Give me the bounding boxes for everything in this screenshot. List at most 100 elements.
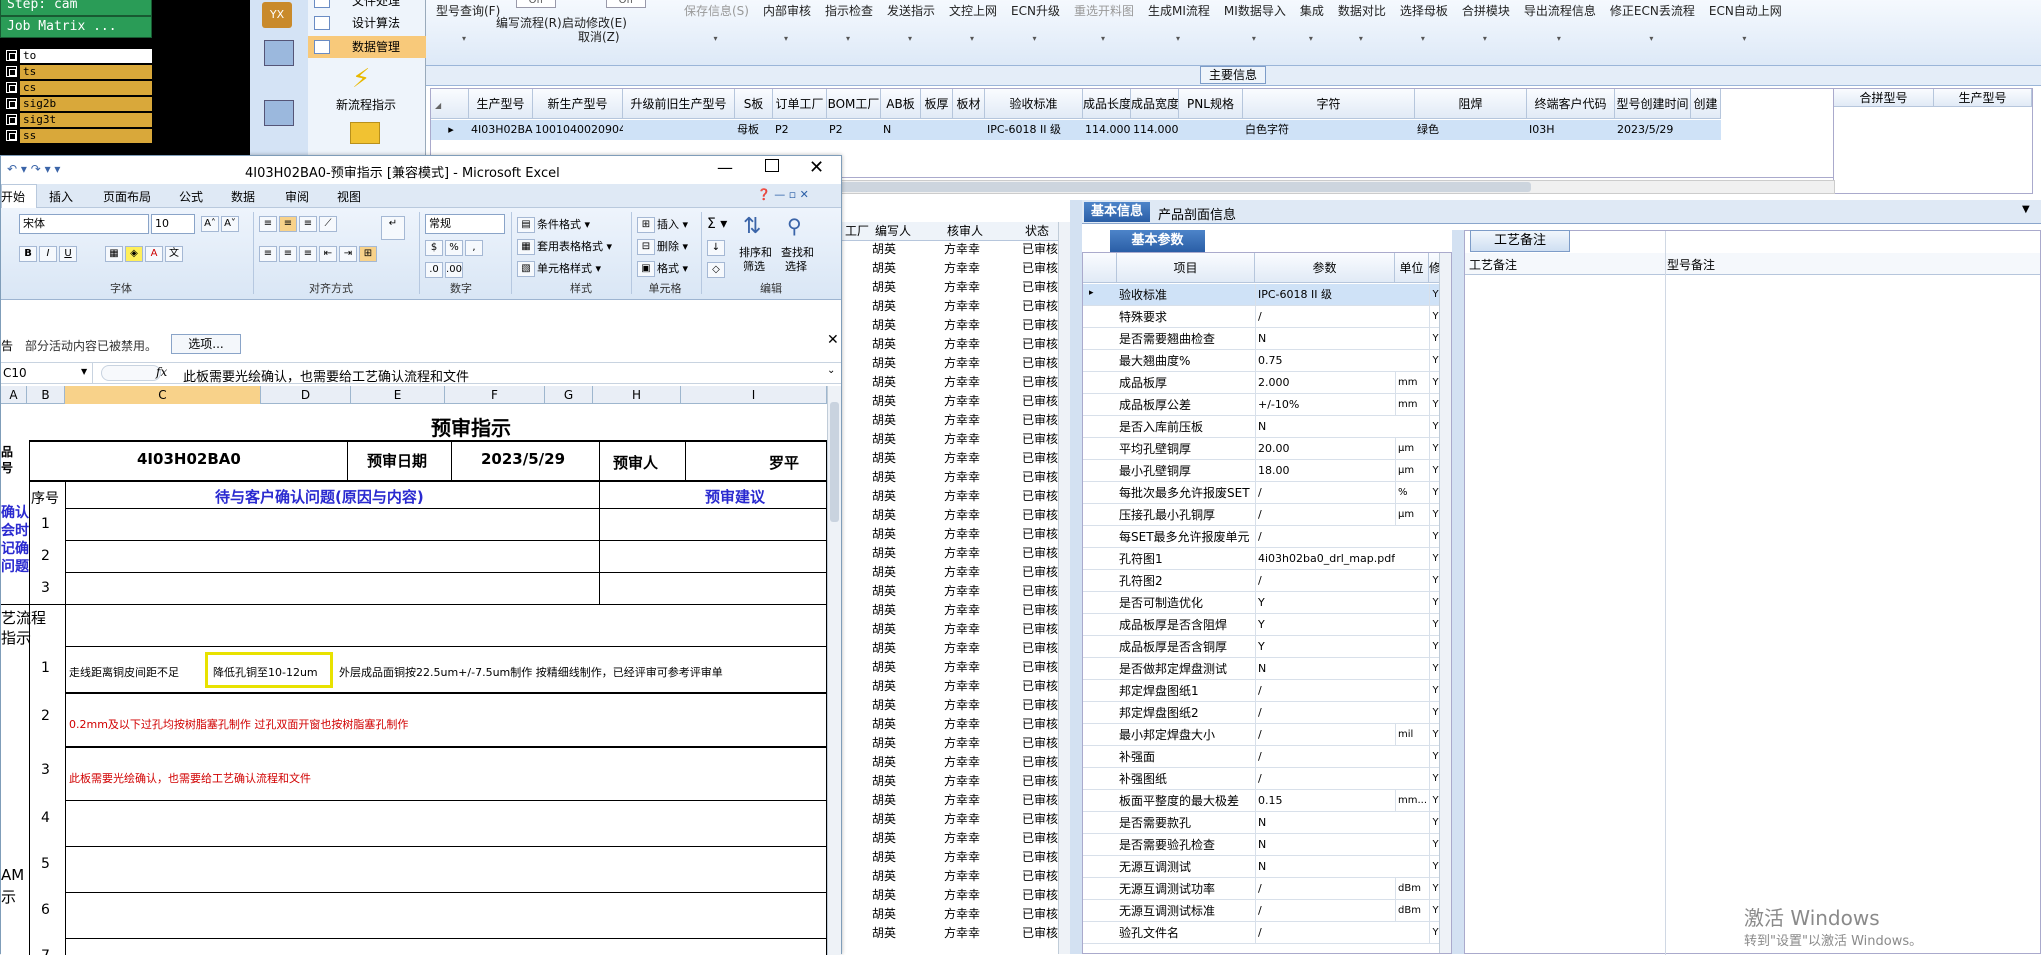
column-header[interactable]: 板材: [953, 89, 985, 119]
maximize-icon[interactable]: [765, 159, 779, 172]
toolbar-button[interactable]: 集成: [1300, 2, 1324, 19]
column-header[interactable]: D: [261, 386, 351, 404]
decimal-icon[interactable]: .0.00: [425, 262, 465, 278]
param-value[interactable]: /: [1255, 900, 1395, 922]
chevron-down-icon[interactable]: ▾: [713, 34, 717, 43]
column-header[interactable]: 生产型号: [469, 89, 533, 119]
font-grow-icon[interactable]: A˄ A˅: [201, 216, 241, 232]
fill-icon[interactable]: ↓: [707, 240, 727, 256]
param-row[interactable]: 无源互调测试标准 / dBm Y: [1083, 900, 1439, 922]
chevron-down-icon[interactable]: ▾: [1421, 34, 1425, 43]
grid-cell[interactable]: P2: [773, 120, 827, 140]
bold-button[interactable]: BIU: [19, 246, 79, 262]
param-row[interactable]: 验孔文件名 / Y: [1083, 922, 1439, 944]
param-value[interactable]: /: [1255, 878, 1395, 900]
column-header[interactable]: 参数: [1255, 253, 1395, 283]
format-cells-button[interactable]: ▣ 格式 ▾: [637, 260, 688, 277]
layer-item[interactable]: ss: [6, 128, 152, 143]
nav-item-design[interactable]: 设计算法: [308, 12, 426, 34]
delete-cells-button[interactable]: ⊟ 删除 ▾: [637, 238, 688, 255]
binoculars-icon[interactable]: ⚲: [787, 214, 802, 238]
toolbar-button[interactable]: 发送指示: [887, 2, 935, 19]
currency-icon[interactable]: $%,: [425, 240, 485, 256]
param-row[interactable]: 压接孔最小孔铜厚 / μm Y: [1083, 504, 1439, 526]
worksheet[interactable]: 预审指示品 号 4I03H02BA0 预审日期 2023/5/29 预审人 罗平 序号 待与客…: [1, 404, 827, 955]
param-row[interactable]: 最大翘曲度% 0.75 Y: [1083, 350, 1439, 372]
close-icon[interactable]: ✕: [827, 332, 839, 348]
param-value[interactable]: 4i03h02ba0_drl_map.pdf: [1255, 548, 1395, 570]
tab-profile-info[interactable]: 产品剖面信息: [1158, 204, 1236, 223]
lightning-icon[interactable]: ⚡: [352, 64, 370, 94]
checkbox-icon[interactable]: [6, 66, 17, 77]
param-value[interactable]: /: [1255, 680, 1395, 702]
name-box[interactable]: C10: [1, 363, 93, 383]
toolbar-button[interactable]: 生成MI流程: [1148, 2, 1210, 19]
tab-basic-params[interactable]: 基本参数: [1110, 230, 1205, 252]
column-header[interactable]: 合拼型号: [1834, 89, 1934, 107]
column-header[interactable]: S板: [735, 89, 773, 119]
insert-cells-button[interactable]: ⊞ 插入 ▾: [637, 216, 688, 233]
param-value[interactable]: 18.00: [1255, 460, 1395, 482]
toolbar-button[interactable]: 保存信息(S): [684, 2, 749, 19]
param-row[interactable]: 成品板厚 2.000 mm Y: [1083, 372, 1439, 394]
tab-insert[interactable]: 插入: [49, 188, 73, 205]
font-name-select[interactable]: 宋体: [19, 214, 149, 234]
param-value[interactable]: N: [1255, 856, 1395, 878]
column-header[interactable]: 新生产型号: [533, 89, 623, 119]
param-value[interactable]: /: [1255, 306, 1395, 328]
column-header[interactable]: 项目: [1117, 253, 1255, 283]
splitter[interactable]: [1070, 200, 1082, 954]
param-row[interactable]: 平均孔壁铜厚 20.00 μm Y: [1083, 438, 1439, 460]
chevron-down-icon[interactable]: ▾: [1649, 34, 1653, 43]
param-value[interactable]: /: [1255, 482, 1395, 504]
chevron-down-icon[interactable]: ▾: [1252, 34, 1256, 43]
chevron-down-icon[interactable]: ▾: [970, 34, 974, 43]
param-row[interactable]: ▸ 验收标准 IPC-6018 II 级Y: [1083, 284, 1439, 306]
tab-process-notes[interactable]: 工艺备注: [1470, 230, 1570, 252]
param-row[interactable]: 补强图纸 / Y: [1083, 768, 1439, 790]
column-header[interactable]: 升级前旧生产型号: [623, 89, 735, 119]
scroll-thumb[interactable]: [830, 402, 839, 522]
param-value[interactable]: /: [1255, 570, 1395, 592]
param-value[interactable]: /: [1255, 504, 1395, 526]
param-row[interactable]: 是否需要翘曲检查 N Y: [1083, 328, 1439, 350]
column-header[interactable]: 型号创建时间: [1615, 89, 1691, 119]
clear-icon[interactable]: ◇: [707, 262, 727, 278]
param-value[interactable]: 2.000: [1255, 372, 1395, 394]
toolbar-button[interactable]: ECN升级: [1011, 2, 1060, 19]
autosum-icon[interactable]: Σ ▾: [707, 216, 727, 232]
layer-item[interactable]: cs: [6, 80, 152, 95]
splitter[interactable]: [1452, 230, 1464, 954]
param-row[interactable]: 最小邦定焊盘大小 / mil Y: [1083, 724, 1439, 746]
column-header[interactable]: 核审人: [944, 222, 1022, 241]
chevron-down-icon[interactable]: ▾: [1309, 34, 1313, 43]
param-row[interactable]: 特殊要求 / Y: [1083, 306, 1439, 328]
layer-item[interactable]: to: [6, 48, 152, 63]
vertical-scrollbar[interactable]: [1058, 222, 1070, 954]
chevron-down-icon[interactable]: ▾: [1033, 34, 1037, 43]
column-header[interactable]: E: [351, 386, 445, 404]
expand-formula-icon[interactable]: ⌄: [827, 365, 835, 376]
table-format-button[interactable]: ▦ 套用表格格式 ▾: [517, 238, 612, 255]
find-select-label-2[interactable]: 选择: [785, 258, 807, 274]
param-value[interactable]: IPC-6018 II 级: [1255, 284, 1395, 306]
checkbox-icon[interactable]: [6, 130, 17, 141]
toolbar-button[interactable]: 选择母板: [1400, 2, 1448, 19]
tab-home[interactable]: 开始: [1, 188, 25, 205]
function-icon[interactable]: fx: [156, 365, 167, 379]
column-header[interactable]: 字符: [1243, 89, 1415, 119]
checkbox-icon[interactable]: [6, 114, 17, 125]
param-value[interactable]: /: [1255, 746, 1395, 768]
machine-icon[interactable]: [264, 40, 294, 66]
column-header[interactable]: I: [681, 386, 827, 404]
param-row[interactable]: 成品板厚公差 +/-10% mm Y: [1083, 394, 1439, 416]
chevron-down-icon[interactable]: ▾: [1483, 34, 1487, 43]
column-header[interactable]: 编写人: [872, 222, 944, 241]
param-value[interactable]: Y: [1255, 614, 1395, 636]
help-icon[interactable]: ❓ — ▫ ✕: [757, 188, 809, 201]
param-row[interactable]: 是否可制造优化 Y Y: [1083, 592, 1439, 614]
tab-formulas[interactable]: 公式: [179, 188, 203, 205]
param-value[interactable]: 0.15: [1255, 790, 1395, 812]
vertical-scrollbar[interactable]: [1439, 253, 1451, 953]
toolbar-button[interactable]: MI数据导入: [1224, 2, 1286, 19]
